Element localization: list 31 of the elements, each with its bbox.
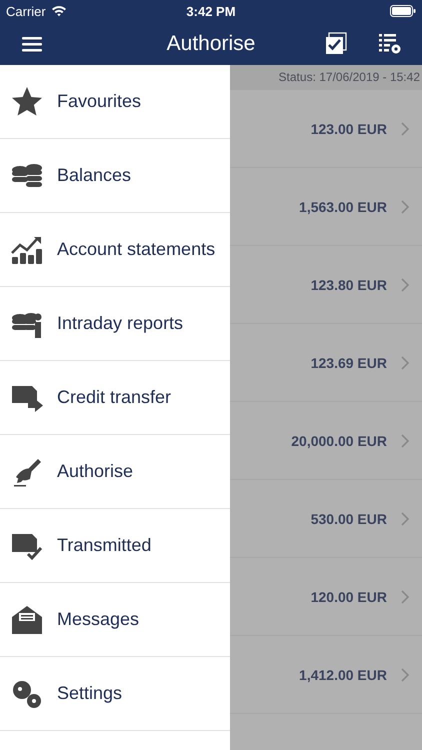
amount-text: 123.80 EUR xyxy=(310,276,387,292)
chevron-icon[interactable] xyxy=(401,668,410,682)
chevron-icon[interactable] xyxy=(401,122,410,136)
screen-title: Authorise xyxy=(166,32,256,56)
wifi-icon xyxy=(50,5,67,17)
amount-text: 123.69 EUR xyxy=(310,354,387,370)
amount-text: 20,000.00 EUR xyxy=(291,432,387,448)
carrier-name: Carrier xyxy=(6,4,46,18)
checkbox-stack-icon[interactable] xyxy=(324,32,348,56)
amount-text: 530.00 EUR xyxy=(310,510,387,526)
menu-item[interactable]: Credit transfer xyxy=(0,361,230,435)
menu-item[interactable]: Transmitted xyxy=(0,509,230,583)
amount-text: 1,563.00 EUR xyxy=(299,198,387,214)
menu-item[interactable]: Messages xyxy=(0,583,230,657)
list-settings-icon[interactable] xyxy=(378,32,402,56)
chevron-icon[interactable] xyxy=(401,434,410,448)
menu-item[interactable]: Balances xyxy=(0,139,230,213)
amount-text: 1,412.00 EUR xyxy=(299,666,387,682)
chevron-icon[interactable] xyxy=(401,590,410,604)
chevron-icon[interactable] xyxy=(401,356,410,370)
chevron-icon[interactable] xyxy=(401,512,410,526)
amount-text: 123.00 EUR xyxy=(310,120,387,136)
amount-text: 120.00 EUR xyxy=(310,588,387,604)
menu-icon[interactable] xyxy=(22,36,42,52)
clock-time: 3:42 PM xyxy=(185,4,237,18)
battery-icon xyxy=(390,5,416,17)
status-text: Status: 17/06/2019 - 15:42 xyxy=(230,65,422,90)
chevron-icon[interactable] xyxy=(401,278,410,292)
chevron-icon[interactable] xyxy=(401,200,410,214)
menu-item[interactable]: Intraday reports xyxy=(0,287,230,361)
star-icon xyxy=(10,84,44,118)
